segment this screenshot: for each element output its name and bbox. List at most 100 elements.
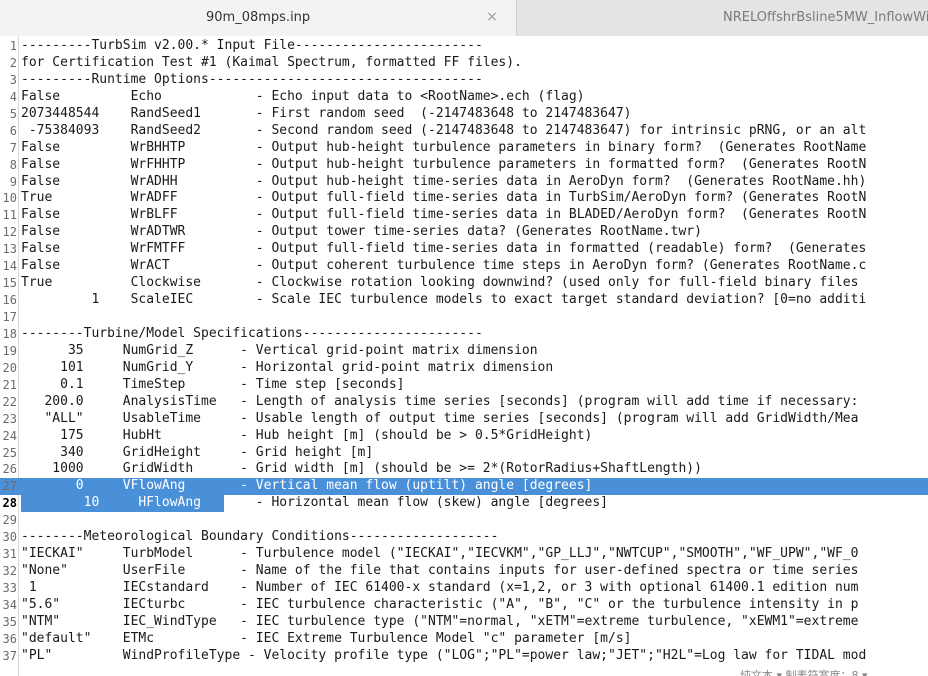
line-text: False WrADHH - Output hub-height time-se… [21, 173, 867, 189]
line-number: 16 [2, 293, 17, 308]
code-line[interactable]: 20 101 NumGrid_Y - Horizontal grid-point… [0, 360, 928, 377]
code-area[interactable]: 1 ---------TurbSim v2.00.* Input File----… [0, 38, 928, 665]
code-line[interactable]: 31 "IECKAI" TurbModel - Turbulence model … [0, 546, 928, 563]
line-text: True Clockwise - Clockwise rotation look… [21, 275, 859, 291]
line-text: False WrFHHTP - Output hub-height turbul… [21, 156, 867, 172]
line-text: 1 IECstandard - Number of IEC 61400-x st… [21, 580, 859, 595]
code-line[interactable]: 24 175 HubHt - Hub height [m] (should be… [0, 428, 928, 445]
line-number: 3 [9, 72, 17, 87]
tab-90m-08mps[interactable]: 90m_08mps.inp × [0, 0, 517, 36]
line-text: "PL" WindProfileType - Velocity profile … [21, 647, 867, 663]
line-number: 4 [9, 89, 17, 104]
line-text: False WrACT - Output coherent turbulence… [21, 258, 867, 274]
status-bar: 纯文本 ▾ 制表符宽度：8 ▾ [740, 669, 868, 676]
line-number: 34 [2, 597, 17, 612]
line-number: 35 [2, 614, 17, 629]
code-line[interactable]: 3 ---------Runtime Options---------------… [0, 72, 928, 89]
code-line[interactable]: 21 0.1 TimeStep - Time step [seconds] [0, 377, 928, 394]
tab-nreloffshrbsline5mw-inflowwind[interactable]: NRELOffshrBsline5MW_InflowWind [517, 0, 928, 36]
line-text: False WrFMTFF - Output full-field time-s… [21, 241, 867, 257]
code-line[interactable]: 35 "NTM" IEC_WindType - IEC turbulence ty… [0, 614, 928, 631]
code-line[interactable]: 28 10 HFlowAng - Horizontal mean flow (s… [0, 495, 928, 513]
line-number: 9 [9, 174, 17, 189]
code-line[interactable]: 22 200.0 AnalysisTime - Length of analys… [0, 394, 928, 411]
line-text: 101 NumGrid_Y - Horizontal grid-point ma… [21, 359, 554, 375]
line-number: 5 [9, 106, 17, 121]
line-number: 28 [2, 496, 17, 511]
line-number: 14 [2, 259, 17, 274]
line-text: 2073448544 RandSeed1 - First random seed… [21, 105, 632, 121]
line-number: 29 [2, 513, 17, 528]
line-number: 33 [2, 581, 17, 595]
code-line[interactable]: 25 340 GridHeight - Grid height [m] [0, 445, 928, 462]
close-icon[interactable]: × [484, 9, 500, 25]
code-line[interactable]: 23 "ALL" UsableTime - Usable length of o… [0, 411, 928, 428]
code-line[interactable]: 6 -75384093 RandSeed2 - Second random se… [0, 123, 928, 140]
code-line[interactable]: 13 False WrFMTFF - Output full-field time… [0, 241, 928, 258]
line-text: 1000 GridWidth - Grid width [m] (should … [21, 461, 702, 477]
tab-label: NRELOffshrBsline5MW_InflowWind [723, 10, 928, 25]
code-line[interactable]: 37 "PL" WindProfileType - Velocity profil… [0, 648, 928, 665]
line-number: 19 [2, 343, 17, 358]
code-line[interactable]: 33 1 IECstandard - Number of IEC 61400-x… [0, 580, 928, 597]
line-text: 1 ScaleIEC - Scale IEC turbulence models… [21, 292, 867, 308]
code-line[interactable]: 5 2073448544 RandSeed1 - First random see… [0, 106, 928, 123]
code-line[interactable]: 18 --------Turbine/Model Specifications--… [0, 326, 928, 343]
code-line[interactable]: 2 for Certification Test #1 (Kaimal Spect… [0, 55, 928, 72]
code-line[interactable]: 26 1000 GridWidth - Grid width [m] (shou… [0, 461, 928, 478]
line-number: 21 [2, 377, 17, 392]
code-line[interactable]: 19 35 NumGrid_Z - Vertical grid-point ma… [0, 343, 928, 360]
line-text: 200.0 AnalysisTime - Length of analysis … [21, 393, 859, 409]
code-line[interactable]: 16 1 ScaleIEC - Scale IEC turbulence mod… [0, 292, 928, 309]
line-text: for Certification Test #1 (Kaimal Spectr… [21, 54, 522, 70]
line-number: 23 [2, 411, 17, 426]
code-line[interactable]: 12 False WrADTWR - Output tower time-seri… [0, 224, 928, 241]
line-number: 18 [2, 326, 17, 341]
code-line[interactable]: 30 --------Meteorological Boundary Condit… [0, 529, 928, 546]
code-line[interactable]: 1 ---------TurbSim v2.00.* Input File----… [0, 38, 928, 55]
line-number: 8 [9, 157, 17, 172]
code-line[interactable]: 9 False WrADHH - Output hub-height time-s… [0, 174, 928, 191]
line-text: "default" ETMc - IEC Extreme Turbulence … [21, 630, 632, 646]
text-editor[interactable]: 1 ---------TurbSim v2.00.* Input File----… [0, 36, 928, 676]
tab-bar: 90m_08mps.inp × NRELOffshrBsline5MW_Infl… [0, 0, 928, 36]
line-text: "5.6" IECturbc - IEC turbulence characte… [21, 596, 859, 612]
line-text: False Echo - Echo input data to <RootNam… [21, 88, 585, 104]
code-line[interactable]: 29 [0, 512, 928, 529]
code-line[interactable]: 8 False WrFHHTP - Output hub-height turbu… [0, 157, 928, 174]
line-number: 1 [9, 39, 17, 53]
code-line[interactable]: 11 False WrBLFF - Output full-field time-… [0, 207, 928, 224]
line-number: 13 [2, 242, 17, 257]
line-text: --------Turbine/Model Specifications----… [21, 325, 483, 341]
line-text: 35 NumGrid_Z - Vertical grid-point matri… [21, 342, 538, 358]
code-line[interactable]: 15 True Clockwise - Clockwise rotation lo… [0, 275, 928, 292]
line-number: 27 [2, 479, 17, 494]
code-line[interactable]: 17 [0, 309, 928, 326]
line-text: ---------TurbSim v2.00.* Input File-----… [21, 38, 483, 53]
line-number: 31 [2, 547, 17, 562]
line-number: 32 [2, 564, 17, 579]
code-line[interactable]: 34 "5.6" IECturbc - IEC turbulence charac… [0, 597, 928, 614]
line-text: 0.1 TimeStep - Time step [seconds] [21, 376, 405, 392]
line-text: -75384093 RandSeed2 - Second random seed… [21, 122, 867, 138]
line-text: 340 GridHeight - Grid height [m] [21, 444, 374, 460]
code-line[interactable]: 4 False Echo - Echo input data to <RootNa… [0, 89, 928, 106]
code-line[interactable]: 14 False WrACT - Output coherent turbulen… [0, 258, 928, 275]
code-line[interactable]: 36 "default" ETMc - IEC Extreme Turbulenc… [0, 631, 928, 648]
code-line[interactable]: 27 0 VFlowAng - Vertical mean flow (upti… [0, 478, 928, 496]
line-number: 24 [2, 428, 17, 443]
line-number: 11 [2, 208, 17, 223]
tab-label: 90m_08mps.inp [206, 10, 311, 25]
line-text: False WrADTWR - Output tower time-series… [21, 224, 702, 240]
code-line[interactable]: 32 "None" UserFile - Name of the file tha… [0, 563, 928, 580]
line-text: "ALL" UsableTime - Usable length of outp… [21, 410, 859, 426]
line-text: 175 HubHt - Hub height [m] (should be > … [21, 427, 593, 443]
line-number: 36 [2, 631, 17, 646]
line-number: 15 [2, 276, 17, 291]
line-number: 37 [2, 648, 17, 663]
code-line[interactable]: 7 False WrBHHTP - Output hub-height turbu… [0, 140, 928, 157]
line-text: "IECKAI" TurbModel - Turbulence model ("… [21, 546, 859, 562]
line-number: 7 [9, 140, 17, 155]
code-line[interactable]: 10 True WrADFF - Output full-field time-s… [0, 190, 928, 207]
line-text: 10 HFlowAng - Horizontal mean flow (skew… [21, 495, 608, 512]
